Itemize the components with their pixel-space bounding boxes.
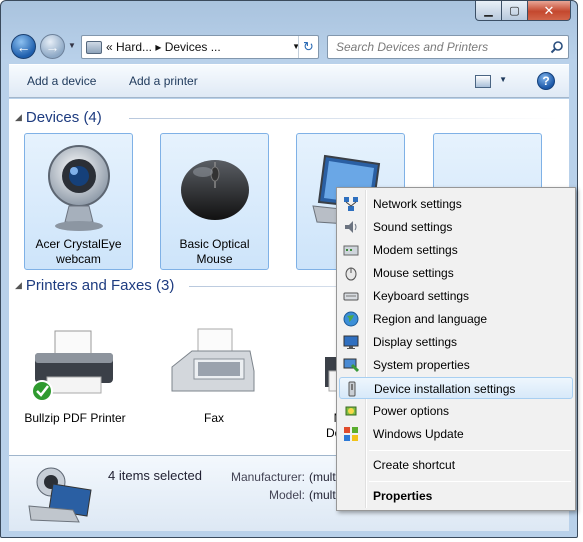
printers-group-header[interactable]: ◢ Printers and Faxes (3) <box>15 277 174 294</box>
menu-item-create-shortcut[interactable]: Create shortcut <box>339 454 573 476</box>
menu-separator <box>369 481 571 482</box>
keyboard-icon <box>343 292 359 301</box>
printers-group-title: Printers and Faxes (3) <box>25 277 175 294</box>
default-check-icon <box>31 380 53 402</box>
refresh-icon: ↻ <box>303 39 314 54</box>
back-button[interactable]: ← <box>11 34 36 59</box>
search-input[interactable] <box>334 39 544 55</box>
globe-icon <box>343 311 359 327</box>
search-icon[interactable] <box>550 40 564 54</box>
selection-count: 4 items selected <box>108 468 202 483</box>
menu-item-region-and-language[interactable]: Region and language <box>339 308 573 330</box>
views-dropdown[interactable]: ▼ <box>499 75 507 84</box>
navigation-bar: ← → ▼ « Hard... ▸ Devices ... ▼ ↻ <box>9 31 569 61</box>
monitor-icon <box>343 335 359 349</box>
search-box[interactable] <box>327 35 569 59</box>
devices-thumbnail-icon <box>28 467 92 523</box>
modem-icon <box>343 245 359 256</box>
device-tile[interactable]: Basic Optical Mouse <box>160 133 269 270</box>
webcam-icon <box>48 145 110 231</box>
mouse-icon <box>345 267 357 281</box>
printer-label: Fax <box>203 411 224 425</box>
forward-button[interactable]: → <box>40 34 65 59</box>
device-label: Acer CrystalEye webcam <box>35 237 122 266</box>
maximize-button[interactable]: ▢ <box>502 1 528 21</box>
arrow-left-icon: ← <box>16 38 31 55</box>
command-bar: Add a device Add a printer ▼ ? <box>9 64 569 98</box>
context-menu: Network settings Sound settings Modem se… <box>336 187 576 511</box>
collapse-triangle-icon[interactable]: ◢ <box>15 280 22 291</box>
speaker-icon <box>345 221 357 233</box>
menu-item-sound-settings[interactable]: Sound settings <box>339 216 573 238</box>
menu-item-network-settings[interactable]: Network settings <box>339 193 573 215</box>
arrow-right-icon: → <box>45 38 60 55</box>
menu-item-keyboard-settings[interactable]: Keyboard settings <box>339 285 573 307</box>
network-icon <box>344 197 358 211</box>
windows-update-icon <box>344 427 358 441</box>
printer-icon <box>31 330 113 402</box>
model-label: Model: <box>268 488 305 502</box>
caption-buttons: ▁ ▢ ✕ <box>475 1 571 21</box>
minimize-icon: ▁ <box>484 5 493 17</box>
manufacturer-label: Manufacturer: <box>230 470 305 484</box>
menu-item-display-settings[interactable]: Display settings <box>339 331 573 353</box>
add-device-button[interactable]: Add a device <box>27 74 96 88</box>
menu-item-power-options[interactable]: Power options <box>339 400 573 422</box>
device-label: Basic Optical Mouse <box>179 237 250 266</box>
fax-icon <box>171 328 255 392</box>
close-icon: ✕ <box>543 2 555 18</box>
menu-separator <box>369 450 571 451</box>
power-icon <box>345 406 357 416</box>
collapse-triangle-icon[interactable]: ◢ <box>15 112 22 123</box>
devices-group-header[interactable]: ◢ Devices (4) <box>15 109 102 126</box>
address-bar[interactable]: « Hard... ▸ Devices ... ▼ ↻ <box>81 35 319 59</box>
group-divider <box>129 118 559 119</box>
system-icon <box>343 358 359 373</box>
menu-item-modem-settings[interactable]: Modem settings <box>339 239 573 261</box>
printer-label: Bullzip PDF Printer <box>24 411 126 425</box>
printer-tile[interactable]: Fax <box>154 325 274 435</box>
help-icon[interactable]: ? <box>537 72 555 90</box>
close-button[interactable]: ✕ <box>528 1 571 21</box>
refresh-button[interactable]: ↻ <box>298 36 318 58</box>
address-breadcrumb[interactable]: « Hard... ▸ Devices ... <box>106 40 221 54</box>
maximize-icon: ▢ <box>509 5 520 17</box>
menu-item-system-properties[interactable]: System properties <box>339 354 573 376</box>
printer-tile[interactable]: Bullzip PDF Printer <box>15 325 135 435</box>
control-panel-icon <box>86 40 102 54</box>
minimize-button[interactable]: ▁ <box>475 1 502 21</box>
menu-item-mouse-settings[interactable]: Mouse settings <box>339 262 573 284</box>
change-view-icon[interactable] <box>475 75 491 88</box>
device-tile[interactable]: Acer CrystalEye webcam <box>24 133 133 270</box>
recent-pages-dropdown[interactable]: ▼ <box>68 41 76 50</box>
mouse-icon <box>181 160 249 220</box>
menu-item-windows-update[interactable]: Windows Update <box>339 423 573 445</box>
menu-item-properties[interactable]: Properties <box>339 485 573 507</box>
add-printer-button[interactable]: Add a printer <box>129 74 198 88</box>
device-install-icon <box>348 381 356 397</box>
devices-group-title: Devices (4) <box>25 109 102 126</box>
menu-item-device-installation-settings[interactable]: Device installation settings <box>339 377 573 399</box>
